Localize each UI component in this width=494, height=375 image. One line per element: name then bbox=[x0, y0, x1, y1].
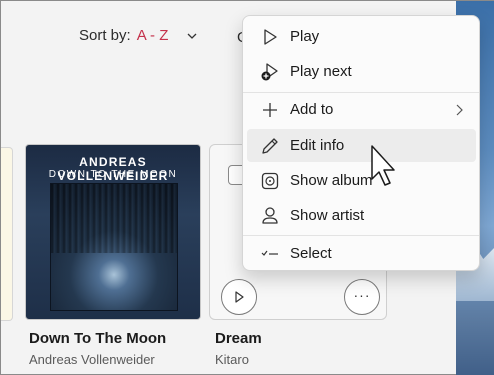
more-options-button[interactable]: ··· bbox=[344, 279, 380, 315]
music-app-window: { "toolbar": { "sort_label": "Sort by:",… bbox=[0, 0, 494, 375]
menu-item-show-album[interactable]: Show album bbox=[247, 164, 476, 197]
sort-value: A - Z bbox=[136, 27, 169, 44]
menu-separator bbox=[243, 235, 479, 236]
menu-item-label: Show album bbox=[290, 172, 373, 189]
play-next-icon bbox=[261, 62, 278, 80]
album-artist[interactable]: Andreas Vollenweider bbox=[29, 352, 205, 367]
menu-item-label: Show artist bbox=[290, 207, 365, 224]
menu-item-edit-info[interactable]: Edit info bbox=[247, 129, 476, 162]
pencil-icon bbox=[262, 137, 278, 154]
play-album-button[interactable] bbox=[221, 279, 257, 315]
album-title: Dream bbox=[215, 330, 262, 347]
menu-item-label: Play next bbox=[290, 63, 352, 80]
menu-item-select[interactable]: Select bbox=[247, 237, 476, 270]
album-cover: ANDREAS VOLLENWEIDER DOWN TO THE MOON bbox=[25, 144, 201, 320]
menu-item-play[interactable]: Play bbox=[247, 20, 476, 53]
chevron-right-icon bbox=[456, 104, 463, 115]
menu-item-label: Select bbox=[290, 245, 332, 262]
chevron-down-icon bbox=[187, 33, 197, 39]
album-card-partial[interactable] bbox=[1, 147, 13, 321]
menu-item-label: Add to bbox=[290, 101, 334, 118]
more-icon: ··· bbox=[353, 287, 371, 303]
cover-image bbox=[50, 183, 178, 311]
menu-item-add-to[interactable]: Add to bbox=[247, 93, 476, 126]
cover-title-text: DOWN TO THE MOON bbox=[48, 169, 178, 180]
menu-item-label: Play bbox=[290, 28, 320, 45]
checklist-icon bbox=[261, 250, 278, 256]
mouse-cursor-icon bbox=[371, 145, 395, 186]
sort-control[interactable]: Sort by: A - Z bbox=[79, 27, 198, 44]
album-title: Down To The Moon bbox=[29, 330, 167, 347]
album-icon bbox=[261, 172, 279, 189]
album-card[interactable]: ANDREAS VOLLENWEIDER DOWN TO THE MOON Do… bbox=[23, 144, 205, 367]
menu-item-label: Edit info bbox=[290, 137, 345, 154]
menu-item-show-artist[interactable]: Show artist bbox=[247, 199, 476, 232]
play-icon bbox=[264, 28, 277, 45]
sort-label: Sort by: bbox=[79, 27, 131, 44]
plus-icon bbox=[263, 102, 277, 117]
play-icon bbox=[235, 291, 244, 303]
context-menu: Play Play next Add to Edit info Show alb… bbox=[242, 15, 480, 271]
person-icon bbox=[262, 206, 278, 224]
menu-item-play-next[interactable]: Play next bbox=[247, 55, 476, 88]
album-artist[interactable]: Kitaro bbox=[215, 352, 389, 367]
